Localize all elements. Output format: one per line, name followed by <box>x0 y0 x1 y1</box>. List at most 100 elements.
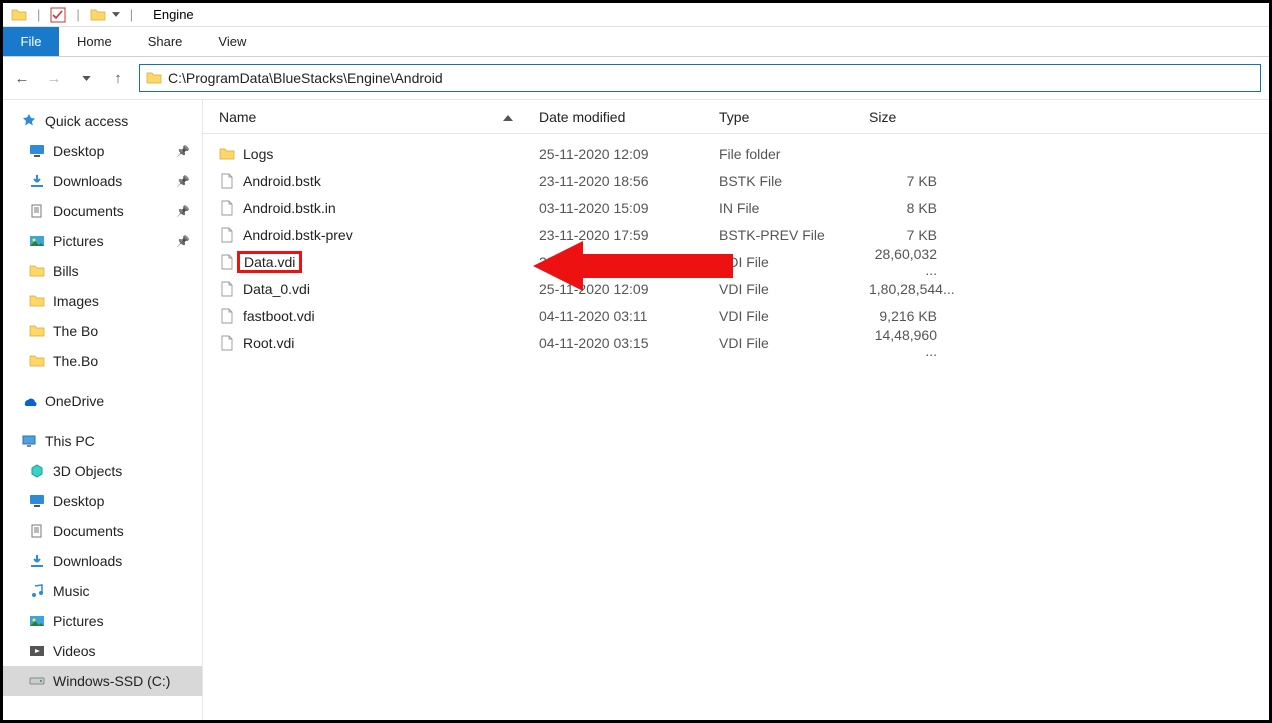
file-icon <box>219 200 235 216</box>
file-row[interactable]: fastboot.vdi04-11-2020 03:11VDI File9,21… <box>203 302 1269 329</box>
folder-icon <box>11 7 27 23</box>
sidebar-item[interactable]: Desktop <box>3 486 202 516</box>
column-label: Name <box>219 109 256 125</box>
folder-small-icon <box>90 7 106 23</box>
sidebar-item[interactable]: 3D Objects <box>3 456 202 486</box>
file-date: 04-11-2020 03:15 <box>523 335 703 351</box>
sidebar-item[interactable]: Pictures📌 <box>3 226 202 256</box>
file-row[interactable]: Root.vdi04-11-2020 03:15VDI File14,48,96… <box>203 329 1269 356</box>
up-button[interactable]: ↑ <box>107 67 129 89</box>
file-row[interactable]: Data.vdi23-12-2019 20:50VDI File28,60,03… <box>203 248 1269 275</box>
forward-button[interactable]: → <box>43 67 65 89</box>
file-tab[interactable]: File <box>3 27 59 56</box>
folder-icon <box>146 70 162 86</box>
separator: | <box>76 7 79 22</box>
star-icon <box>21 113 37 129</box>
sidebar-item[interactable]: Bills <box>3 256 202 286</box>
file-name: fastboot.vdi <box>243 308 315 324</box>
sidebar-item-label: Desktop <box>53 143 104 159</box>
desktop-icon <box>29 493 45 509</box>
sidebar-item[interactable]: Downloads <box>3 546 202 576</box>
file-type: VDI File <box>703 308 853 324</box>
file-list-pane: Name Date modified Type Size Logs25-11-2… <box>203 100 1269 720</box>
tab-home[interactable]: Home <box>59 27 130 56</box>
sidebar-item-label: Desktop <box>53 493 104 509</box>
documents-icon <box>29 523 45 539</box>
file-type: File folder <box>703 146 853 162</box>
folder-icon <box>29 293 45 309</box>
file-size: 7 KB <box>853 227 953 243</box>
sidebar-item-label: Documents <box>53 203 124 219</box>
back-button[interactable]: ← <box>11 67 33 89</box>
pin-icon: 📌 <box>176 145 190 158</box>
pictures-icon <box>29 613 45 629</box>
column-name[interactable]: Name <box>203 109 523 125</box>
pin-icon: 📌 <box>176 205 190 218</box>
file-type: BSTK File <box>703 173 853 189</box>
column-headers: Name Date modified Type Size <box>203 100 1269 134</box>
file-name: Root.vdi <box>243 335 294 351</box>
sidebar-item[interactable]: Images <box>3 286 202 316</box>
pin-icon: 📌 <box>176 175 190 188</box>
history-dropdown-icon[interactable] <box>75 67 97 89</box>
file-type: VDI File <box>703 281 853 297</box>
sidebar-item-label: Music <box>53 583 90 599</box>
sidebar-item[interactable]: Downloads📌 <box>3 166 202 196</box>
sidebar-onedrive[interactable]: OneDrive <box>3 386 202 416</box>
column-size[interactable]: Size <box>853 109 953 125</box>
tab-view[interactable]: View <box>200 27 264 56</box>
sidebar-item-label: 3D Objects <box>53 463 122 479</box>
address-bar[interactable]: C:\ProgramData\BlueStacks\Engine\Android <box>139 64 1261 92</box>
sidebar-item[interactable]: The Bo <box>3 316 202 346</box>
sidebar-item-label: This PC <box>45 433 95 449</box>
file-row[interactable]: Data_0.vdi25-11-2020 12:09VDI File1,80,2… <box>203 275 1269 302</box>
file-row[interactable]: Logs25-11-2020 12:09File folder <box>203 140 1269 167</box>
sidebar-item[interactable]: Documents 📌 <box>3 196 202 226</box>
sidebar-item-label: Pictures <box>53 613 104 629</box>
file-size: 1,80,28,544... <box>853 281 953 297</box>
file-name: Data_0.vdi <box>243 281 310 297</box>
sidebar-item[interactable]: The.Bo <box>3 346 202 376</box>
sidebar-item-label: Windows-SSD (C:) <box>53 673 170 689</box>
qat-dropdown-icon[interactable] <box>112 12 120 17</box>
file-date: 23-11-2020 18:56 <box>523 173 703 189</box>
file-row[interactable]: Android.bstk.in03-11-2020 15:09IN File8 … <box>203 194 1269 221</box>
desktop-icon <box>29 143 45 159</box>
sidebar-item[interactable]: Desktop 📌 <box>3 136 202 166</box>
tab-share[interactable]: Share <box>130 27 201 56</box>
file-rows: Logs25-11-2020 12:09File folderAndroid.b… <box>203 134 1269 356</box>
file-row[interactable]: Android.bstk-prev23-11-2020 17:59BSTK-PR… <box>203 221 1269 248</box>
folder-icon <box>219 146 235 162</box>
file-date: 23-11-2020 17:59 <box>523 227 703 243</box>
qat-properties-icon[interactable] <box>50 7 66 23</box>
sidebar-item[interactable]: Videos <box>3 636 202 666</box>
sidebar-item[interactable]: Music <box>3 576 202 606</box>
file-icon <box>219 308 235 324</box>
pc-icon <box>21 433 37 449</box>
navigation-sidebar: Quick access Desktop📌Downloads📌Documents… <box>3 100 203 720</box>
sidebar-item[interactable]: Windows-SSD (C:) <box>3 666 202 696</box>
sidebar-item-label: Pictures <box>53 233 104 249</box>
sidebar-item-label: Quick access <box>45 113 128 129</box>
sidebar-item[interactable]: Documents <box>3 516 202 546</box>
music-icon <box>29 583 45 599</box>
downloads-icon <box>29 173 45 189</box>
column-label: Size <box>869 109 896 125</box>
ribbon-tabs: File Home Share View <box>3 27 1269 57</box>
column-date[interactable]: Date modified <box>523 109 703 125</box>
file-row[interactable]: Android.bstk23-11-2020 18:56BSTK File7 K… <box>203 167 1269 194</box>
file-name: Android.bstk.in <box>243 200 336 216</box>
column-type[interactable]: Type <box>703 109 853 125</box>
file-type: IN File <box>703 200 853 216</box>
folder-icon <box>29 323 45 339</box>
sidebar-quick-access[interactable]: Quick access <box>3 106 202 136</box>
file-name: Logs <box>243 146 273 162</box>
file-size: 14,48,960 ... <box>853 327 953 359</box>
sidebar-this-pc[interactable]: This PC <box>3 426 202 456</box>
file-type: VDI File <box>703 254 853 270</box>
documents-icon <box>29 203 45 219</box>
file-icon <box>219 227 235 243</box>
sidebar-item[interactable]: Pictures <box>3 606 202 636</box>
3d-icon <box>29 463 45 479</box>
window-title: Engine <box>153 7 193 22</box>
